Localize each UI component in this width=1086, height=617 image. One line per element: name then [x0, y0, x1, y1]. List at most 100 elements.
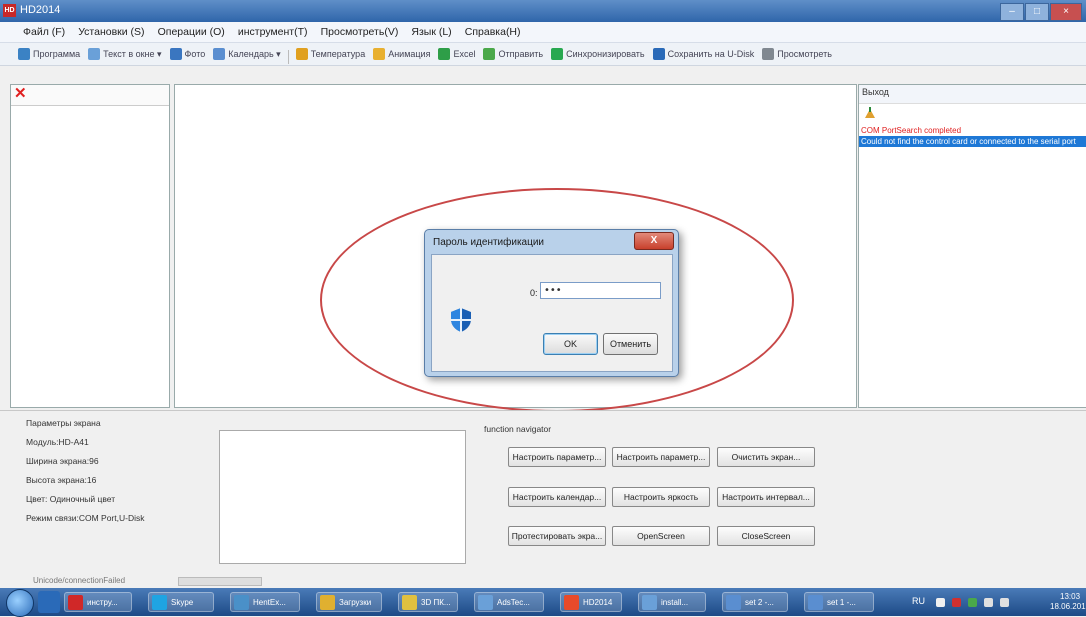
toolbar-photo-button[interactable]: Фото	[166, 43, 210, 65]
param-module: Модуль:HD-A41	[26, 437, 89, 447]
text-icon	[88, 48, 101, 60]
screen-parameters: Параметры экрана Модуль:HD-A41 Ширина эк…	[26, 414, 145, 528]
clock-time: 13:03	[1060, 592, 1081, 601]
output-panel: Выход COM PortSearch completed Could not…	[858, 84, 1086, 408]
toolbar-temperature-button[interactable]: Температура	[292, 43, 370, 65]
toolbar-label: Excel	[453, 49, 476, 59]
taskbar-task[interactable]: HentEx...	[230, 592, 300, 612]
network-icon[interactable]	[984, 598, 993, 607]
param-comm-mode: Режим связи:COM Port,U-Disk	[26, 513, 145, 523]
taskbar-task[interactable]: set 2 -...	[722, 592, 788, 612]
toolbar-usb-button[interactable]: Сохранить на U-Disk	[649, 43, 759, 65]
taskbar-task-label: HD2014	[583, 598, 613, 607]
log-line-selected[interactable]: Could not find the control card or conne…	[859, 136, 1086, 147]
taskbar-app-icon	[402, 595, 417, 610]
taskbar-app-icon	[234, 595, 249, 610]
set-brightness-button[interactable]: Настроить яркость	[612, 487, 710, 507]
tray-flag-icon[interactable]	[952, 598, 961, 607]
menu-file[interactable]: Файл (F)	[18, 22, 70, 38]
clear-screen-button[interactable]: Очистить экран...	[717, 447, 815, 467]
toolbar-label: Фото	[184, 49, 206, 59]
usb-icon	[652, 48, 665, 60]
clear-output-icon[interactable]	[863, 106, 877, 120]
function-navigator-title: function navigator	[484, 424, 552, 434]
taskbar-app-icon	[68, 595, 83, 610]
toolbar-label: Температура	[310, 49, 366, 59]
tray-arrow-icon[interactable]	[936, 598, 945, 607]
start-button[interactable]	[6, 589, 34, 617]
pinned-app-icon[interactable]	[38, 591, 60, 613]
taskbar-task[interactable]: Загрузки	[316, 592, 382, 612]
param-color: Цвет: Одиночный цвет	[26, 494, 116, 504]
toolbar-sync-button[interactable]: Синхронизировать	[547, 43, 648, 65]
screen-preview	[219, 430, 466, 564]
shield-icon	[451, 308, 471, 332]
set-parameters-2-button[interactable]: Настроить параметр...	[612, 447, 710, 467]
menu-language[interactable]: Язык (L)	[406, 22, 456, 38]
taskbar-app-icon	[642, 595, 657, 610]
toolbar-send-button[interactable]: Отправить	[479, 43, 547, 65]
taskbar-task-label: Skype	[171, 598, 194, 607]
set-parameters-button[interactable]: Настроить параметр...	[508, 447, 606, 467]
toolbar-label: Текст в окне ▾	[103, 48, 162, 59]
toolbar-program-button[interactable]: Программа	[14, 43, 84, 65]
taskbar-task[interactable]: AdsTec...	[474, 592, 544, 612]
taskbar-app-icon	[152, 595, 167, 610]
dialog-close-button[interactable]: X	[634, 232, 674, 250]
set-interval-button[interactable]: Настроить интервал...	[717, 487, 815, 507]
send-icon	[483, 48, 496, 60]
taskbar-task[interactable]: Skype	[148, 592, 214, 612]
open-screen-button[interactable]: OpenScreen	[612, 526, 710, 546]
menu-view[interactable]: Просмотреть(V)	[316, 22, 404, 38]
volume-icon[interactable]	[1000, 598, 1009, 607]
taskbar-task-label: HentEx...	[253, 598, 286, 607]
param-width: Ширина экрана:96	[26, 456, 99, 466]
toolbar: Программа Текст в окне ▾ Фото Календарь ▾ Те…	[0, 43, 1086, 66]
toolbar-preview-button[interactable]: Просмотреть	[758, 43, 836, 65]
set-calendar-button[interactable]: Настроить календар...	[508, 487, 606, 507]
toolbar-animation-button[interactable]: Анимация	[369, 43, 434, 65]
toolbar-excel-button[interactable]: Excel	[434, 43, 479, 65]
test-screen-button[interactable]: Протестировать экра...	[508, 526, 606, 546]
password-label: 0:	[530, 288, 538, 298]
progress-bar	[178, 577, 262, 586]
taskbar-task-label: AdsTec...	[497, 598, 530, 607]
menu-operations[interactable]: Операции (O)	[153, 22, 230, 38]
toolbar-text-button[interactable]: Текст в окне ▾	[84, 43, 165, 65]
toolbar-label: Сохранить на U-Disk	[667, 49, 755, 59]
taskbar-task-label: инстру...	[87, 598, 118, 607]
maximize-button[interactable]: □	[1025, 3, 1049, 21]
taskbar-app-icon	[726, 595, 741, 610]
close-screen-button[interactable]: CloseScreen	[717, 526, 815, 546]
taskbar-task[interactable]: install...	[638, 592, 706, 612]
minimize-button[interactable]: –	[1000, 3, 1024, 21]
taskbar-task[interactable]: HD2014	[560, 592, 622, 612]
toolbar-separator	[287, 50, 289, 65]
photo-icon	[169, 48, 182, 60]
calendar-icon	[213, 48, 226, 60]
app-icon: HD	[3, 4, 16, 17]
password-input[interactable]: •••	[540, 282, 661, 299]
taskbar-task[interactable]: set 1 -...	[804, 592, 874, 612]
cancel-button[interactable]: Отменить	[603, 333, 658, 355]
toolbar-calendar-button[interactable]: Календарь ▾	[209, 43, 284, 65]
ok-button[interactable]: OK	[543, 333, 598, 355]
taskbar-task[interactable]: инстру...	[64, 592, 132, 612]
tray-app-icon[interactable]	[968, 598, 977, 607]
language-indicator[interactable]: RU	[912, 596, 925, 606]
clock[interactable]: 13:03 18.06.2015	[1050, 592, 1086, 612]
taskbar-app-icon	[808, 595, 823, 610]
taskbar-task-label: set 1 -...	[827, 598, 856, 607]
taskbar-task[interactable]: 3D ПК...	[398, 592, 458, 612]
toolbar-label: Календарь ▾	[228, 48, 281, 59]
close-icon[interactable]: ✕	[14, 86, 27, 102]
status-text: Unicode/connectionFailed	[33, 576, 126, 585]
close-window-button[interactable]: ×	[1050, 3, 1082, 21]
menu-settings[interactable]: Установки (S)	[73, 22, 149, 38]
toolbar-label: Анимация	[388, 49, 431, 59]
temperature-icon	[295, 48, 308, 60]
menu-help[interactable]: Справка(H)	[460, 22, 526, 38]
menu-tools[interactable]: инструмент(T)	[233, 22, 313, 38]
output-panel-title: Выход	[859, 85, 1086, 104]
animation-icon	[373, 48, 386, 60]
